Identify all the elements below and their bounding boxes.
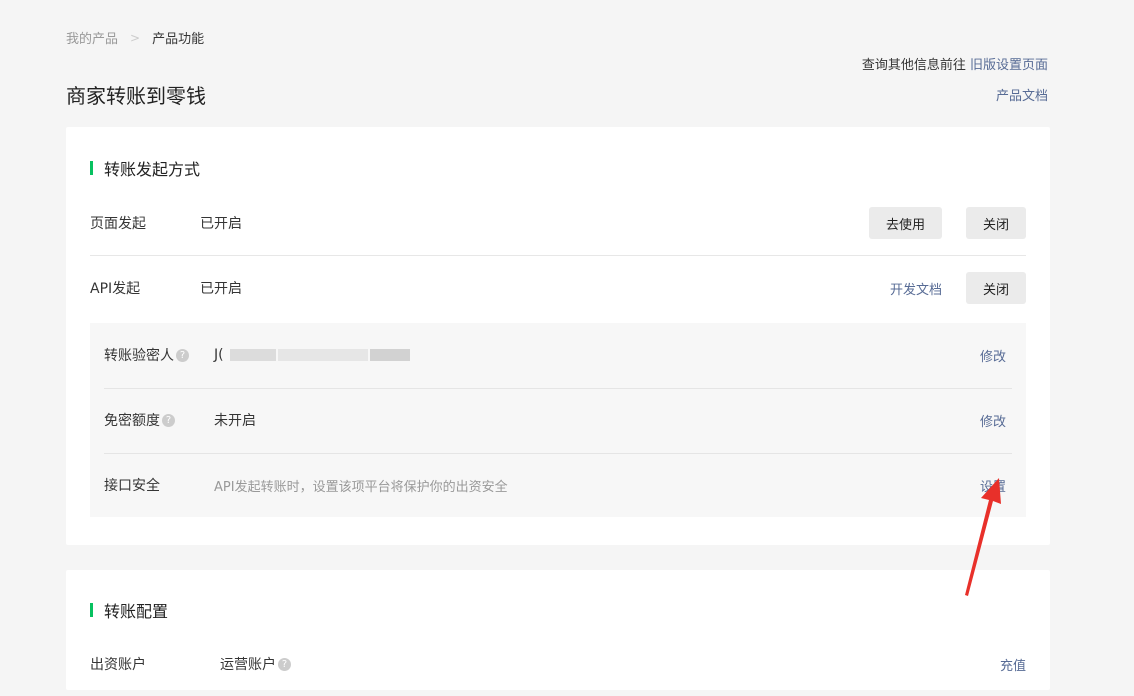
section-accent-bar bbox=[90, 161, 93, 175]
api-security-label: 接口安全 bbox=[104, 478, 160, 494]
status-text: 已开启 bbox=[200, 281, 242, 297]
section-title-transfer-method: 转账发起方式 bbox=[90, 156, 200, 180]
api-security-desc: API发起转账时，设置该项平台将保护你的出资安全 bbox=[214, 479, 508, 495]
legacy-settings-link[interactable]: 旧版设置页面 bbox=[970, 58, 1048, 73]
verifier-value: J( bbox=[214, 347, 411, 363]
product-doc-link[interactable]: 产品文档 bbox=[996, 85, 1048, 104]
legacy-settings-note: 查询其他信息前往 旧版设置页面 bbox=[862, 54, 1048, 73]
verifier-row: 转账验密人 ? J( 修改 bbox=[104, 323, 1012, 387]
redacted-block bbox=[278, 349, 369, 361]
redacted-block bbox=[230, 349, 277, 361]
help-icon[interactable]: ? bbox=[176, 348, 189, 362]
legacy-note-text: 查询其他信息前往 bbox=[861, 58, 966, 73]
free-limit-value: 未开启 bbox=[214, 413, 256, 429]
annotation-arrow-icon bbox=[965, 478, 1001, 596]
api-settings-panel: 转账验密人 ? J( 修改 免密额度 ? 未开启 修改 接口安全 API发起转账… bbox=[90, 323, 1026, 517]
section-title-transfer-config: 转账配置 bbox=[90, 598, 168, 622]
modify-free-limit-link[interactable]: 修改 bbox=[980, 411, 1006, 430]
api-security-row: 接口安全 API发起转账时，设置该项平台将保护你的出资安全 设置 bbox=[104, 453, 1012, 517]
go-use-button[interactable]: 去使用 bbox=[868, 207, 942, 239]
chevron-right-icon: > bbox=[130, 30, 141, 45]
page-title: 商家转账到零钱 bbox=[66, 84, 206, 108]
api-initiate-row: API发起 已开启 开发文档 关闭 bbox=[90, 256, 1026, 320]
page-initiate-row: 页面发起 已开启 去使用 关闭 bbox=[90, 191, 1026, 255]
row-label: 转账验密人 ? bbox=[104, 345, 214, 365]
section-title-text: 转账配置 bbox=[104, 602, 169, 621]
funding-account-row: 出资账户 运营账户 ? 充值 bbox=[90, 632, 1026, 696]
breadcrumb-current: 产品功能 bbox=[152, 32, 205, 47]
breadcrumb-parent[interactable]: 我的产品 bbox=[66, 28, 118, 47]
help-icon[interactable]: ? bbox=[162, 413, 175, 427]
row-actions: 开发文档 关闭 bbox=[890, 272, 1026, 304]
row-label: 页面发起 bbox=[90, 216, 146, 232]
section-title-text: 转账发起方式 bbox=[104, 160, 201, 179]
recharge-link[interactable]: 充值 bbox=[1000, 655, 1026, 674]
funding-account-value: 运营账户 ? bbox=[220, 654, 291, 674]
free-limit-row: 免密额度 ? 未开启 修改 bbox=[104, 388, 1012, 452]
row-label: 免密额度 ? bbox=[104, 410, 214, 430]
status-text: 已开启 bbox=[200, 216, 242, 232]
row-label: 出资账户 bbox=[90, 657, 146, 673]
redacted-block bbox=[370, 349, 411, 361]
account-name: 运营账户 bbox=[220, 657, 276, 673]
row-label: API发起 bbox=[90, 281, 141, 297]
close-api-initiate-button[interactable]: 关闭 bbox=[965, 272, 1026, 304]
section-accent-bar bbox=[90, 603, 93, 617]
row-actions: 去使用 关闭 bbox=[868, 207, 1026, 239]
row-actions: 充值 bbox=[1000, 655, 1026, 674]
modify-verifier-link[interactable]: 修改 bbox=[980, 346, 1006, 365]
free-limit-label: 免密额度 bbox=[104, 413, 160, 429]
help-icon[interactable]: ? bbox=[278, 657, 291, 671]
verifier-name: J( bbox=[214, 347, 224, 363]
transfer-config-card: 转账配置 出资账户 运营账户 ? 充值 bbox=[66, 570, 1050, 690]
dev-doc-link[interactable]: 开发文档 bbox=[890, 279, 942, 298]
verifier-label: 转账验密人 bbox=[104, 348, 174, 364]
close-page-initiate-button[interactable]: 关闭 bbox=[965, 207, 1026, 239]
transfer-method-card: 转账发起方式 页面发起 已开启 去使用 关闭 API发起 已开启 开发文档 关闭… bbox=[66, 127, 1050, 545]
breadcrumb: 我的产品 > 产品功能 bbox=[66, 28, 205, 48]
